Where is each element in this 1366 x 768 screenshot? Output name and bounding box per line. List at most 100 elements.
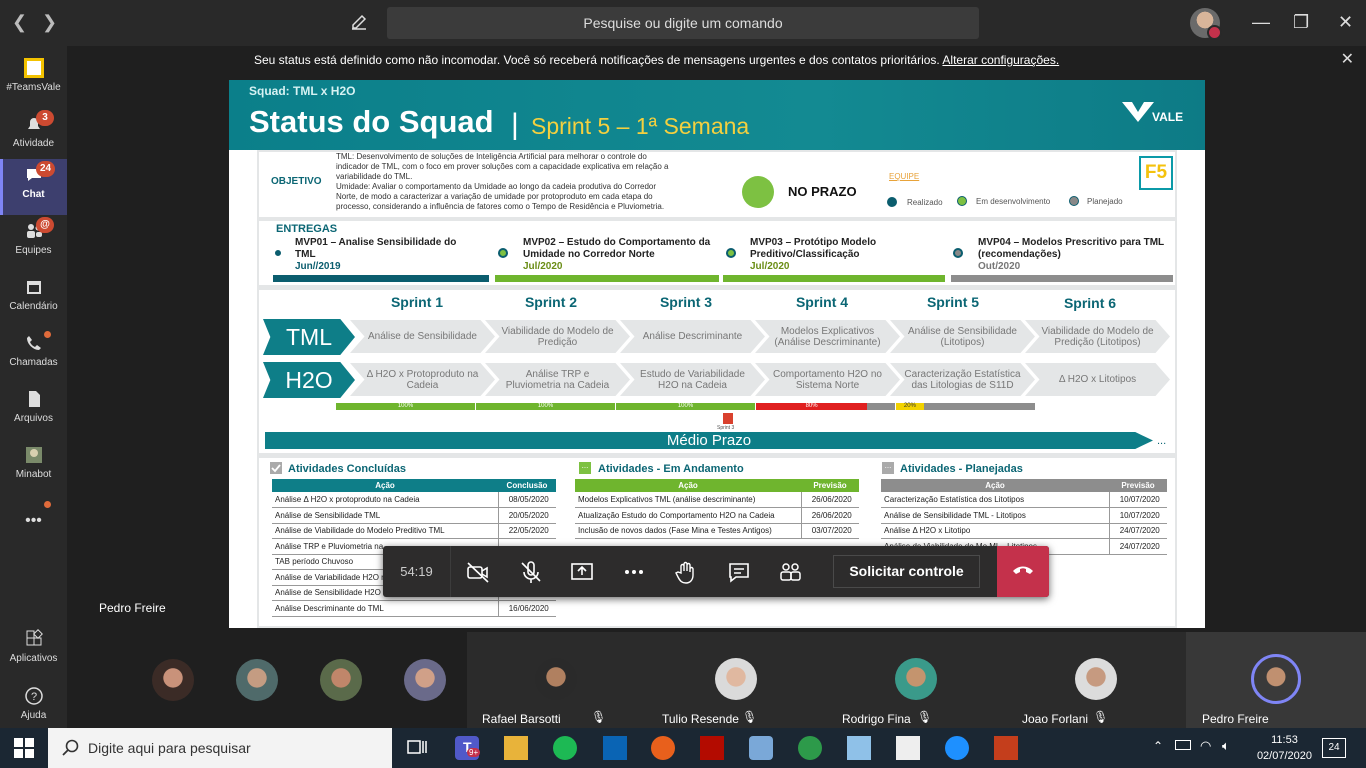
ppt-icon [723, 413, 733, 424]
paint-icon[interactable] [749, 736, 773, 760]
notes-icon[interactable] [847, 736, 871, 760]
wifi-icon[interactable]: ◠ [1200, 738, 1211, 754]
tray-up-icon[interactable]: ⌃ [1153, 739, 1163, 753]
participants-icon[interactable] [777, 559, 803, 585]
internet-explorer-icon[interactable] [945, 736, 969, 760]
h2o-row-label: H2O [263, 362, 355, 398]
outlook-icon[interactable] [603, 736, 627, 760]
table-row: Análise de Viabilidade do Modelo Prediti… [272, 523, 556, 539]
rail-item-chamadas[interactable]: Chamadas [0, 327, 67, 383]
participant-avatar [895, 658, 937, 700]
windows-taskbar: Digite aqui para pesquisar T 9+ ⌃ ◠ 🔈︎ 1… [0, 728, 1366, 768]
rail-item-aplicativos[interactable]: Aplicativos [0, 623, 67, 679]
progress-segment: 100% [336, 403, 475, 410]
compose-icon[interactable] [349, 12, 369, 32]
rail-item-atividade[interactable]: 3 Atividade [0, 108, 67, 164]
legend-desenvolvimento: Em desenvolvimento [976, 197, 1051, 206]
rail-item-minabot[interactable]: Minabot [0, 439, 67, 495]
slide-header: Squad: TML x H2O Status do Squad | Sprin… [229, 80, 1205, 150]
participant-name: Pedro Freire [1202, 712, 1269, 726]
mvp-bar [495, 275, 719, 282]
battery-icon[interactable] [1175, 740, 1191, 750]
teams-badge: 9+ [467, 748, 481, 757]
volume-icon[interactable]: 🔈︎ [1222, 738, 1230, 754]
mic-off-icon: 🎙︎ [1093, 710, 1109, 724]
close-notice-icon[interactable]: ✕ [1341, 46, 1354, 74]
planejadas-table: Ação Previsão Caracterização Estatística … [881, 479, 1167, 555]
call-controls: 54:19 Solicitar controle [383, 546, 1049, 597]
calls-dot [44, 331, 51, 338]
chrome-icon[interactable] [798, 736, 822, 760]
task-view-icon[interactable] [405, 736, 429, 760]
teams-taskbar-icon[interactable]: T 9+ [455, 736, 481, 760]
search-input[interactable]: Pesquise ou digite um comando [387, 7, 979, 39]
more-options-icon[interactable] [621, 559, 647, 585]
mvp-item: MVP04 – Modelos Prescritivo para TML (re… [978, 237, 1164, 272]
file-explorer-icon[interactable] [504, 736, 528, 760]
acrobat-icon[interactable] [700, 736, 724, 760]
minimize-icon[interactable]: — [1252, 12, 1270, 33]
h2o-step: Comportamento H2O no Sistema Norte [755, 363, 900, 396]
phone-icon [26, 336, 41, 350]
hang-up-button[interactable] [997, 546, 1049, 597]
firefox-icon[interactable] [651, 736, 675, 760]
participant-avatar[interactable] [152, 659, 194, 701]
camera-off-icon[interactable] [465, 559, 491, 585]
rail-item-calendario[interactable]: Calendário [0, 271, 67, 327]
participant-tile[interactable]: Tulio Resende 🎙︎ [662, 632, 867, 728]
close-icon[interactable]: ✕ [1338, 12, 1353, 33]
clock[interactable]: 11:53 02/07/2020 [1257, 732, 1312, 764]
tml-row-label: TML [263, 319, 355, 355]
table-row: Modelos Explicativos TML (análise descri… [575, 492, 859, 508]
participant-avatar[interactable] [404, 659, 446, 701]
rail-item-equipes[interactable]: @ Equipes [0, 215, 67, 271]
participant-name: Rodrigo Fina [842, 712, 911, 726]
participant-name: Rafael Barsotti [482, 712, 561, 726]
forward-icon[interactable]: ❯ [42, 12, 57, 33]
title-separator: | [511, 108, 519, 141]
windows-start-icon[interactable] [14, 738, 34, 758]
f5-logo: F5 [1139, 156, 1173, 190]
more-icon[interactable]: ••• [0, 506, 67, 562]
rail-item-label: Arquivos [14, 413, 53, 424]
sprint-marker: Sprint 3 [717, 425, 735, 431]
taskbar-search-input[interactable]: Digite aqui para pesquisar [48, 728, 392, 768]
powerpoint-icon[interactable] [994, 736, 1018, 760]
change-settings-link[interactable]: Alterar configurações. [942, 53, 1059, 67]
back-icon[interactable]: ❮ [12, 12, 27, 33]
participant-avatar[interactable] [320, 659, 362, 701]
raise-hand-icon[interactable] [673, 559, 699, 585]
sprint-header: Sprint 6 [1063, 295, 1117, 311]
rail-item-arquivos[interactable]: Arquivos [0, 383, 67, 439]
participant-avatar[interactable] [236, 659, 278, 701]
status-label: NO PRAZO [788, 184, 857, 199]
svg-text:?: ? [30, 691, 36, 703]
table-row: Análise de Sensibilidade TML - Litotipos… [881, 507, 1167, 524]
photos-icon[interactable] [896, 736, 920, 760]
participant-tile[interactable]: Rafael Barsotti 🎙︎ [467, 632, 667, 728]
participant-tile[interactable]: Joao Forlani 🎙︎ [1022, 632, 1186, 728]
spotify-icon[interactable] [553, 736, 577, 760]
notifications-icon[interactable]: 24 [1322, 738, 1346, 758]
participant-tile-self[interactable]: Pedro Freire [1186, 632, 1366, 728]
file-icon [28, 391, 40, 407]
help-icon: ? [24, 687, 43, 705]
andamento-table: Ação Previsão Modelos Explicativos TML (a… [575, 479, 859, 539]
avatar[interactable] [1190, 8, 1222, 40]
meeting-chat-icon[interactable] [726, 559, 752, 585]
rail-item-chat[interactable]: 24 Chat [0, 159, 67, 215]
request-control-button[interactable]: Solicitar controle [833, 555, 980, 588]
share-icon[interactable] [569, 559, 595, 585]
table-row: Análise Δ H2O x Litotipo 24/07/2020 [881, 523, 1167, 539]
rail-item-teamsvale[interactable]: #TeamsVale [0, 52, 67, 108]
tml-step: Viabilidade do Modelo de Predição (Litot… [1025, 320, 1170, 353]
tml-step: Viabilidade do Modelo de Predição [485, 320, 630, 353]
participant-name: Joao Forlani [1022, 712, 1089, 726]
rail-item-label: Chamadas [9, 357, 58, 368]
participant-avatar [1075, 658, 1117, 700]
search-icon [62, 739, 79, 756]
maximize-icon[interactable]: ❐ [1293, 12, 1309, 33]
teams-badge: @ [36, 217, 54, 233]
progress-segment: 20% [896, 403, 1035, 410]
mic-off-icon[interactable] [518, 559, 544, 585]
